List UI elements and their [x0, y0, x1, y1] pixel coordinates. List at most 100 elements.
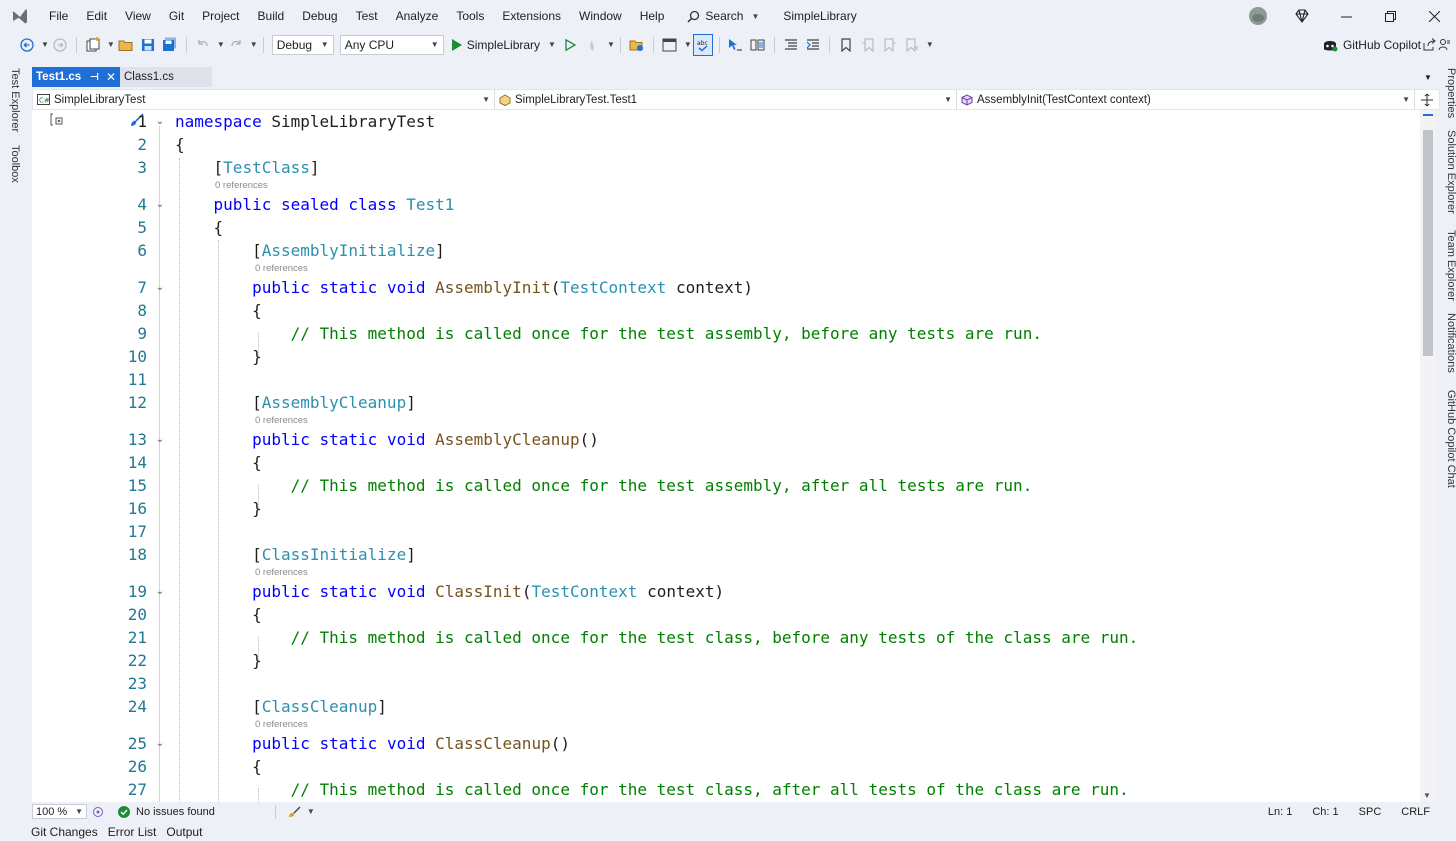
code-line[interactable]: 3 [TestClass]	[32, 156, 1420, 179]
properties-tab[interactable]: Properties	[1445, 68, 1456, 118]
code-line[interactable]: 10 }	[32, 345, 1420, 368]
code-line[interactable]: 16 }	[32, 497, 1420, 520]
hot-reload-button[interactable]	[583, 34, 603, 56]
line-ending-indicator[interactable]: CRLF	[1391, 806, 1440, 818]
chevron-down-icon[interactable]: ▼	[607, 40, 615, 49]
select-element-button[interactable]	[726, 34, 746, 56]
toolbox-tab[interactable]: Toolbox	[9, 145, 21, 183]
github-copilot-button[interactable]: GitHub Copilot	[1322, 32, 1421, 57]
code-line[interactable]: 5 {	[32, 216, 1420, 239]
restore-icon[interactable]	[1368, 0, 1412, 32]
menu-git[interactable]: Git	[160, 0, 193, 32]
whitespace-indicator[interactable]: SPC	[1349, 806, 1392, 818]
feedback-icon[interactable]	[1434, 33, 1454, 55]
collapse-icon[interactable]: ⌄	[153, 428, 167, 451]
visual-studio-logo-icon[interactable]	[0, 0, 40, 32]
redo-button[interactable]	[226, 34, 246, 56]
member-dropdown[interactable]: AssemblyInit(TestContext context) ▼	[957, 90, 1415, 109]
menu-help[interactable]: Help	[631, 0, 674, 32]
notifications-tab[interactable]: Notifications	[1445, 313, 1456, 373]
code-line[interactable]: 20 {	[32, 603, 1420, 626]
intellicode-icon[interactable]	[92, 806, 104, 818]
menu-analyze[interactable]: Analyze	[387, 0, 448, 32]
zoom-select[interactable]: 100 % ▼	[32, 804, 87, 819]
menu-edit[interactable]: Edit	[77, 0, 116, 32]
code-line[interactable]: 7 ⌄ public static void AssemblyInit(Test…	[32, 276, 1420, 299]
code-line[interactable]: 15 // This method is called once for the…	[32, 474, 1420, 497]
search-box[interactable]: Search ▼	[679, 4, 767, 28]
chevron-down-icon[interactable]: ▼	[217, 40, 225, 49]
tab-error-list[interactable]: Error List	[103, 824, 162, 841]
bookmark-button[interactable]	[836, 34, 856, 56]
type-dropdown[interactable]: SimpleLibraryTest.Test1 ▼	[495, 90, 957, 109]
collapse-icon[interactable]: ⌄	[153, 580, 167, 603]
menu-file[interactable]: File	[40, 0, 77, 32]
code-line[interactable]: 9 // This method is called once for the …	[32, 322, 1420, 345]
save-all-button[interactable]	[160, 34, 180, 56]
code-line[interactable]: 17	[32, 520, 1420, 543]
code-line[interactable]: 18 [ClassInitialize]	[32, 543, 1420, 566]
team-explorer-tab[interactable]: Team Explorer	[1445, 230, 1456, 301]
collapse-icon[interactable]: ⌄	[153, 732, 167, 755]
test-explorer-tab[interactable]: Test Explorer	[9, 68, 21, 132]
pin-icon[interactable]: ⊣	[90, 72, 99, 83]
toolbar-options-icon[interactable]: ▼	[926, 40, 934, 49]
code-cleanup-button[interactable]: ▼	[288, 806, 315, 818]
code-line[interactable]: 12 [AssemblyCleanup]	[32, 391, 1420, 414]
new-project-button[interactable]	[83, 34, 103, 56]
next-bookmark-button[interactable]	[880, 34, 900, 56]
collapse-icon[interactable]: ⌄	[153, 276, 167, 299]
project-dropdown[interactable]: C# SimpleLibraryTest ▼	[33, 90, 495, 109]
codelens-references[interactable]: 0 references	[255, 262, 308, 276]
open-folder-button[interactable]	[116, 34, 136, 56]
menu-extensions[interactable]: Extensions	[493, 0, 570, 32]
split-window-icon[interactable]	[1415, 90, 1439, 109]
chevron-down-icon[interactable]: ▼	[250, 40, 258, 49]
tab-git-changes[interactable]: Git Changes	[26, 824, 103, 841]
scrollbar-thumb[interactable]	[1423, 130, 1433, 356]
code-line[interactable]: 24 [ClassCleanup]	[32, 695, 1420, 718]
solution-explorer-tab[interactable]: Solution Explorer	[1445, 130, 1456, 214]
undo-button[interactable]	[193, 34, 213, 56]
code-line[interactable]: 4 ⌄ public sealed class Test1	[32, 193, 1420, 216]
menu-test[interactable]: Test	[347, 0, 387, 32]
code-line[interactable]: 19 ⌄ public static void ClassInit(TestCo…	[32, 580, 1420, 603]
code-line[interactable]: 21 // This method is called once for the…	[32, 626, 1420, 649]
diamond-icon[interactable]	[1280, 0, 1324, 32]
code-line[interactable]: 25 ⌄ public static void ClassCleanup()	[32, 732, 1420, 755]
code-line[interactable]: 14 {	[32, 451, 1420, 474]
menu-project[interactable]: Project	[193, 0, 248, 32]
platform-select[interactable]: Any CPU ▼	[339, 34, 444, 55]
menu-debug[interactable]: Debug	[293, 0, 346, 32]
codelens-references[interactable]: 0 references	[255, 566, 308, 580]
menu-window[interactable]: Window	[570, 0, 631, 32]
menu-build[interactable]: Build	[249, 0, 294, 32]
chevron-down-icon[interactable]: ▼	[684, 40, 692, 49]
menu-tools[interactable]: Tools	[447, 0, 493, 32]
configuration-select[interactable]: Debug ▼	[271, 34, 334, 55]
codelens-references[interactable]: 0 references	[255, 414, 308, 428]
tab-test1-cs[interactable]: Test1.cs ⊣ ✕	[32, 67, 120, 87]
codelens-references[interactable]: 0 references	[255, 718, 308, 732]
start-debugging-button[interactable]: SimpleLibrary ▼	[447, 34, 560, 56]
account-avatar[interactable]	[1236, 0, 1280, 32]
char-indicator[interactable]: Ch: 1	[1302, 806, 1348, 818]
code-editor[interactable]: 1 ⌄ namespace SimpleLibraryTest 2 { 3 [T…	[32, 110, 1420, 802]
collapse-icon[interactable]: ⌄	[153, 193, 167, 216]
code-line[interactable]: 13 ⌄ public static void AssemblyCleanup(…	[32, 428, 1420, 451]
code-line[interactable]: 2 {	[32, 133, 1420, 156]
code-line[interactable]: 26 {	[32, 755, 1420, 778]
save-button[interactable]	[138, 34, 158, 56]
minimize-icon[interactable]	[1324, 0, 1368, 32]
navigate-forward-button[interactable]	[50, 34, 70, 56]
code-line[interactable]: 27 // This method is called once for the…	[32, 778, 1420, 801]
code-line[interactable]: 6 [AssemblyInitialize]	[32, 239, 1420, 262]
uncomment-lines-button[interactable]	[803, 34, 823, 56]
menu-view[interactable]: View	[116, 0, 160, 32]
chevron-down-icon[interactable]: ▼	[107, 40, 115, 49]
scroll-down-icon[interactable]: ▼	[1423, 791, 1431, 800]
code-line[interactable]: 23	[32, 672, 1420, 695]
clear-bookmarks-button[interactable]	[902, 34, 922, 56]
code-line[interactable]: 1 ⌄ namespace SimpleLibraryTest	[32, 110, 1420, 133]
code-line[interactable]: 8 {	[32, 299, 1420, 322]
